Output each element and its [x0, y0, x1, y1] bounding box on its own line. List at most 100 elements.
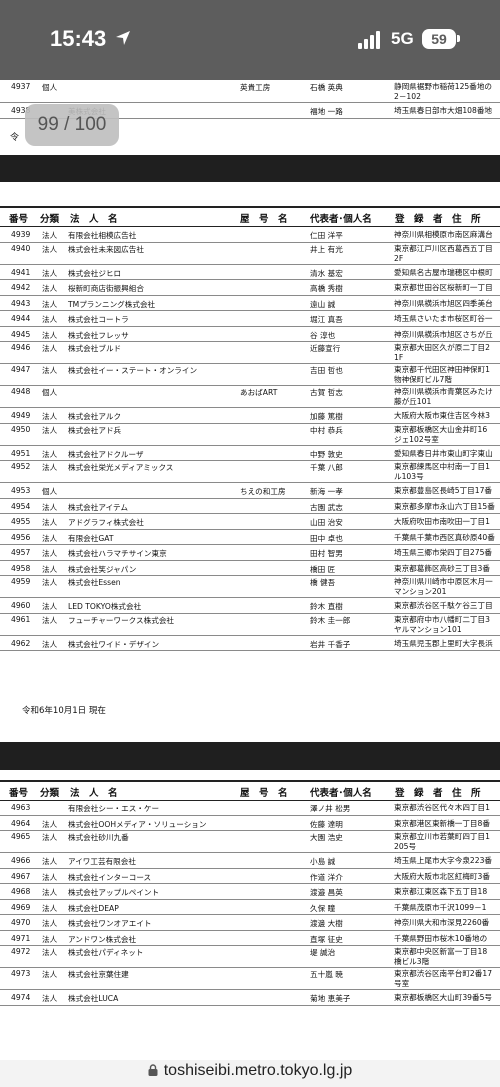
- row-class: 法人: [42, 549, 58, 558]
- table-row: 4941 法人 株式会社ジヒロ 清水 基宏 愛知県名古屋市瑞穂区中根町: [0, 264, 500, 280]
- row-address: 埼玉県春日部市大畑108番地: [394, 106, 493, 115]
- row-class: 法人: [42, 615, 58, 625]
- row-address: 大阪府大阪市東住吉区今林3: [394, 411, 490, 420]
- row-corporate-name: 株式会社アドクルーザ: [68, 449, 144, 459]
- row-address: 神奈川県横浜市青葉区みたけ 藤が丘101: [394, 387, 493, 406]
- row-address: 大阪府大阪市北区紅梅町3番: [394, 871, 490, 881]
- row-representative: 千葉 八郎: [310, 463, 343, 472]
- row-address: 東京都渋谷区南平台町2番17 号室: [394, 969, 493, 988]
- row-address: 東京都中央区新富一丁目18 橋ビル3階: [394, 947, 488, 966]
- header-no: 番号: [9, 788, 29, 799]
- row-representative: 橋 健吾: [310, 578, 336, 587]
- row-number: 4973: [11, 969, 31, 978]
- row-corporate-name: アドグラフィ株式会社: [68, 518, 144, 527]
- row-corporate-name: 株式会社コートラ: [68, 315, 129, 324]
- row-representative: 新海 一孝: [310, 487, 343, 496]
- row-address: 神奈川県相模原市南区麻溝台: [394, 230, 493, 239]
- row-class: 個人: [42, 388, 58, 397]
- row-number: 4942: [11, 283, 31, 292]
- row-address: 東京都板橋区大山町39番5号: [394, 993, 493, 1002]
- row-address: 埼玉県児玉郡上里町大字長浜: [394, 638, 493, 648]
- row-number: 4946: [11, 343, 31, 352]
- row-address: 東京都練馬区中村南一丁目1 ル103号: [394, 462, 490, 481]
- table-row: 4951 法人 株式会社アドクルーザ 中野 敦史 愛知県春日井市東山町字東山: [0, 445, 500, 461]
- row-class: 法人: [42, 244, 58, 254]
- row-class: 法人: [42, 994, 58, 1003]
- location-arrow-icon: [116, 31, 130, 45]
- row-representative: 直塚 征史: [310, 934, 343, 944]
- row-address: 東京都江戸川区西葛西五丁目 2F: [394, 243, 493, 263]
- table-row: 4960 法人 LED TOKYO株式会社 鈴木 直樹 東京都渋谷区千駄ケ谷三丁目: [0, 597, 500, 614]
- row-representative: 鈴木 直樹: [310, 602, 343, 611]
- row-representative: 五十嵐 暁: [310, 970, 343, 979]
- page-separator: [0, 742, 500, 770]
- row-number: 4944: [11, 314, 31, 323]
- row-class: 法人: [42, 518, 58, 527]
- row-corporate-name: 株式会社アップルペイント: [68, 888, 160, 897]
- row-address: 東京都葛飾区高砂三丁目3番: [394, 563, 490, 573]
- row-number: 4959: [11, 577, 31, 586]
- row-class: 法人: [42, 299, 58, 309]
- url-text: toshiseibi.metro.tokyo.lg.jp: [163, 1062, 353, 1079]
- row-class: 法人: [42, 833, 58, 842]
- header-address: 登 録 者 住 所: [395, 214, 481, 225]
- row-class: 法人: [42, 934, 58, 944]
- row-class: 法人: [42, 639, 58, 649]
- row-class: 法人: [42, 449, 58, 459]
- header-class: 分類: [40, 214, 60, 225]
- date-note: 令和6年10月1日 現在: [22, 706, 106, 716]
- row-address: 東京都千代田区神田神保町1 物神保町ビル7階: [394, 365, 490, 384]
- row-number: 4974: [11, 993, 31, 1002]
- table-row: 4945 法人 株式会社フレッサ 谷 淳也 神奈川県横浜市旭区さちが丘: [0, 326, 500, 342]
- row-address: 埼玉県さいたま市桜区町谷一: [394, 314, 493, 323]
- table-row: 4940 法人 株式会社未来図広告社 井上 有光 東京都江戸川区西葛西五丁目 2F: [0, 242, 500, 265]
- status-bar: 15:43 5G 59: [0, 0, 500, 80]
- row-number: 4966: [11, 856, 31, 865]
- row-representative: 渡邊 大樹: [310, 919, 343, 928]
- signal-bars-icon: [358, 31, 380, 49]
- row-corporate-name: TMプランニング株式会社: [68, 299, 156, 309]
- table-row: 4973 法人 株式会社京葉住建 五十嵐 暁 東京都渋谷区南平台町2番17 号室: [0, 967, 500, 990]
- header-trade-name: 屋 号 名: [240, 214, 288, 225]
- table-row: 4970 法人 株式会社ワンオアエイト 渡邊 大樹 神奈川県大和市深見2260番: [0, 914, 500, 931]
- row-corporate-name: 桜新町商店街振興組合: [68, 284, 144, 293]
- header-no: 番号: [9, 214, 29, 225]
- table-row: 4950 法人 株式会社アド兵 中村 恭兵 東京都板橋区大山金井町16 ジェ102号室: [0, 423, 500, 446]
- table-row: 4942 法人 桜新町商店街振興組合 高橋 秀樹 東京都世田谷区桜新町一丁目: [0, 279, 500, 296]
- row-corporate-name: 株式会社栄光メディアミックス: [68, 463, 174, 472]
- row-corporate-name: 株式会社フレッサ: [68, 330, 129, 340]
- row-number: 4965: [11, 832, 31, 841]
- row-class: 法人: [42, 315, 58, 324]
- row-address: 東京都港区東新橋一丁目8番: [394, 818, 490, 828]
- row-number: 4967: [11, 871, 31, 881]
- row-class: 法人: [42, 330, 58, 340]
- row-number: 4958: [11, 563, 31, 573]
- row-number: 4951: [11, 448, 31, 458]
- row-address: 東京都多摩市永山六丁目15番: [394, 501, 495, 511]
- row-number: 4969: [11, 902, 31, 912]
- row-class: 法人: [42, 533, 58, 543]
- row-representative: 渡邉 昌英: [310, 888, 343, 897]
- row-address: 埼玉県上尾市大字今泉223番: [394, 856, 493, 865]
- table-row: 4971 法人 アンドワン株式会社 直塚 征史 千葉県野田市桜木10番地の: [0, 930, 500, 946]
- battery-tip: [457, 35, 460, 42]
- row-corporate-name: LED TOKYO株式会社: [68, 602, 142, 611]
- row-address: 東京都大田区久が原二丁目2 1F: [394, 343, 490, 362]
- row-representative: 田中 卓也: [310, 533, 343, 543]
- row-number: 4941: [11, 267, 31, 277]
- address-bar-url[interactable]: toshiseibi.metro.tokyo.lg.jp: [0, 1062, 500, 1080]
- lock-icon: [148, 1064, 158, 1076]
- row-class: 法人: [42, 819, 58, 829]
- header-class: 分類: [40, 788, 60, 799]
- row-representative: 鈴木 圭一郎: [310, 615, 351, 625]
- row-class: 法人: [42, 602, 58, 611]
- row-representative: 佐藤 達明: [310, 819, 343, 829]
- row-address: 神奈川県横浜市旭区四季美台: [394, 298, 493, 308]
- table-row: 4964 法人 株式会社OOHメディア・ソリューション 佐藤 達明 東京都港区東新橋一丁…: [0, 815, 500, 831]
- row-representative: 加藤 篤樹: [310, 412, 343, 421]
- row-address: 東京都板橋区大山金井町16 ジェ102号室: [394, 424, 488, 444]
- row-number: 4961: [11, 614, 31, 624]
- table-row: 4958 法人 株式会社笑ジャパン 橋田 匠 東京都葛飾区高砂三丁目3番: [0, 560, 500, 576]
- row-address: 神奈川県横浜市旭区さちが丘: [394, 329, 493, 339]
- row-number: 4940: [11, 243, 31, 253]
